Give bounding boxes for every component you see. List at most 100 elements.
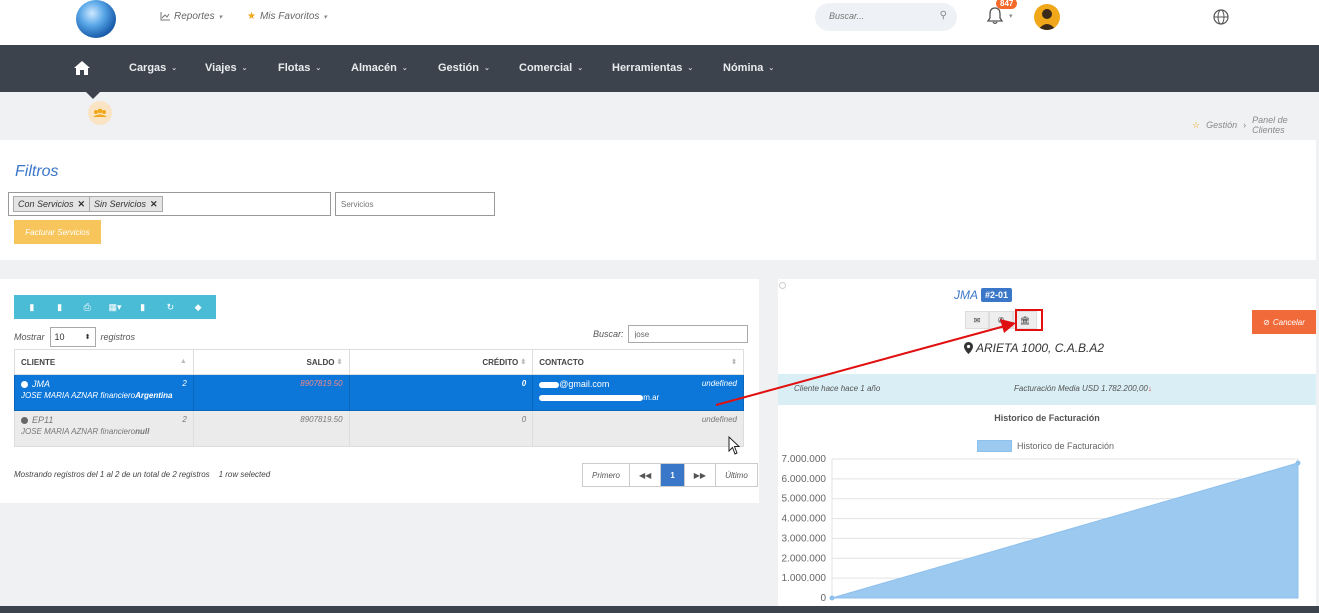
nav-almacen[interactable]: Almacén ⌄ <box>351 62 408 74</box>
pager-last[interactable]: Último <box>716 464 757 486</box>
chart-y-tick: 5.000.000 <box>782 494 827 505</box>
chart-point[interactable] <box>1295 460 1301 466</box>
servicios-input[interactable] <box>335 192 495 216</box>
pager-prev-icon[interactable]: ◀◀ <box>630 464 662 486</box>
client-address: ARIETA 1000, C.A.B.A2 <box>964 341 1104 355</box>
nav-viajes[interactable]: Viajes ⌄ <box>205 62 247 74</box>
nav-viajes-label: Viajes <box>205 62 237 74</box>
column-header-credito[interactable]: CRÉDITO ⬍ <box>348 349 534 375</box>
chevron-down-icon: ▾ <box>218 13 223 21</box>
chevron-down-icon[interactable]: ▾ <box>1009 12 1013 20</box>
sort-icon: ⬍ <box>520 359 527 366</box>
columns-icon[interactable]: ▦▾ <box>105 302 125 313</box>
csv-icon[interactable]: ▮ <box>50 302 70 313</box>
contact-extra: undefined <box>701 379 737 388</box>
table-info-text: Mostrando registros del 1 al 2 de un tot… <box>14 470 210 479</box>
column-header-label: CRÉDITO <box>482 357 519 367</box>
menu-reportes[interactable]: Reportes ▾ <box>160 11 222 22</box>
globe-icon[interactable] <box>1212 8 1230 26</box>
client-count: 2 <box>182 415 187 424</box>
client-subname: JOSE MARIA AZNAR financiero <box>21 427 136 436</box>
cell-saldo: 8907819.50 <box>192 374 350 411</box>
length-control: Mostrar 10 ⬍ registros <box>14 327 135 347</box>
length-value: 10 <box>54 332 65 342</box>
facturar-servicios-button[interactable]: Facturar Servicios <box>14 220 101 244</box>
email-icon[interactable]: ✉ <box>965 311 989 329</box>
nav-cargas[interactable]: Cargas ⌄ <box>129 62 177 74</box>
pdf-icon[interactable]: ▮ <box>133 302 153 313</box>
nav-gestion[interactable]: Gestión ⌄ <box>438 62 490 74</box>
column-header-saldo[interactable]: SALDO ⬍ <box>192 349 350 375</box>
nav-almacen-label: Almacén <box>351 62 397 74</box>
breadcrumb: ☆ Gestión › Panel de Clientes <box>1192 115 1319 135</box>
pagination: Primero ◀◀ 1 ▶▶ Último <box>582 463 758 487</box>
filter-tags-select[interactable]: Con Servicios ✕ Sin Servicios ✕ <box>8 192 331 216</box>
pager-next-icon[interactable]: ▶▶ <box>684 464 717 486</box>
notification-badge: 847 <box>996 0 1018 9</box>
radio-icon[interactable] <box>779 282 786 289</box>
nav-comercial[interactable]: Comercial ⌄ <box>519 62 583 74</box>
chart-y-tick: 2.000.000 <box>782 553 827 564</box>
detail-client-name[interactable]: JMA <box>954 288 978 302</box>
home-icon[interactable] <box>73 60 91 76</box>
filter-tag[interactable]: Con Servicios ✕ <box>13 196 91 212</box>
cancelar-label: Cancelar <box>1272 317 1305 327</box>
cancelar-button[interactable]: ⊘ Cancelar <box>1252 310 1316 334</box>
cell-credito: 0 <box>348 374 534 411</box>
selected-info: 1 row selected <box>218 470 271 479</box>
pager-current[interactable]: 1 <box>661 464 685 486</box>
client-stats-bar: Cliente hace hace 1 año Facturación Medi… <box>778 374 1316 405</box>
length-select[interactable]: 10 ⬍ <box>49 327 96 347</box>
client-name: EP11 <box>32 415 54 425</box>
chart-y-tick: 3.000.000 <box>782 533 827 544</box>
filter-tag-label: Sin Servicios <box>94 199 147 209</box>
nav-flotas[interactable]: Flotas ⌄ <box>278 62 321 74</box>
chart-icon <box>160 12 170 21</box>
search-input[interactable] <box>829 11 929 21</box>
updown-icon: ⬍ <box>84 334 91 341</box>
breadcrumb-item[interactable]: Panel de Clientes <box>1252 115 1319 135</box>
cell-cliente: JMA JOSE MARIA AZNAR financieroArgentina… <box>14 374 194 411</box>
app-logo[interactable] <box>76 0 116 38</box>
search-icon[interactable]: ⚲ <box>940 10 947 21</box>
client-count: 2 <box>182 379 187 388</box>
buscar-label: Buscar: <box>593 329 624 339</box>
clients-table: CLIENTE ▲ SALDO ⬍ CRÉDITO ⬍ CONTACTO ⬍ JMA J… <box>14 349 744 447</box>
facturacion-media: Facturación Media USD 1.782.200,00↓ <box>1014 384 1152 393</box>
pager-first[interactable]: Primero <box>583 464 631 486</box>
filters-title: Filtros <box>15 163 59 180</box>
eraser-icon[interactable]: ◆ <box>188 302 208 313</box>
table-row[interactable]: EP11 JOSE MARIA AZNAR financieronull 2 8… <box>14 410 744 447</box>
table-row[interactable]: JMA JOSE MARIA AZNAR financieroArgentina… <box>14 374 744 411</box>
chevron-down-icon: ⌄ <box>687 65 694 72</box>
breadcrumb-item[interactable]: Gestión <box>1206 120 1237 130</box>
nav-herramientas[interactable]: Herramientas ⌄ <box>612 62 693 74</box>
bell-icon[interactable] <box>985 6 1005 26</box>
mostrar-label: Mostrar <box>14 332 45 342</box>
chart-area-series <box>831 462 1299 599</box>
phone-icon[interactable]: ✆ <box>989 311 1013 329</box>
column-header-contacto[interactable]: CONTACTO ⬍ <box>532 349 744 375</box>
ban-icon: ⊘ <box>1263 317 1270 327</box>
client-since: Cliente hace hace 1 año <box>794 384 881 393</box>
column-header-cliente[interactable]: CLIENTE ▲ <box>14 349 194 375</box>
column-header-label: SALDO <box>306 357 335 367</box>
table-search-input[interactable] <box>627 325 748 343</box>
top-bar <box>0 0 1319 45</box>
chevron-down-icon: ⌄ <box>241 65 248 72</box>
close-icon[interactable]: ✕ <box>78 199 86 209</box>
column-header-label: CONTACTO <box>539 357 584 367</box>
chart-point[interactable] <box>829 595 835 601</box>
map-pin-icon <box>964 342 973 354</box>
avatar[interactable] <box>1034 4 1060 30</box>
menu-favoritos[interactable]: ★ Mis Favoritos ▾ <box>247 11 327 22</box>
client-country: Argentina <box>135 391 173 400</box>
nav-nomina[interactable]: Nómina ⌄ <box>723 62 774 74</box>
refresh-icon[interactable]: ↻ <box>160 302 180 313</box>
chevron-down-icon: ▾ <box>323 13 327 21</box>
copy-icon[interactable]: ▮ <box>22 302 42 313</box>
filter-tag[interactable]: Sin Servicios ✕ <box>89 196 163 212</box>
print-icon[interactable]: ⎙ <box>77 302 97 313</box>
close-icon[interactable]: ✕ <box>150 199 158 209</box>
chart-y-tick: 0 <box>820 593 826 604</box>
